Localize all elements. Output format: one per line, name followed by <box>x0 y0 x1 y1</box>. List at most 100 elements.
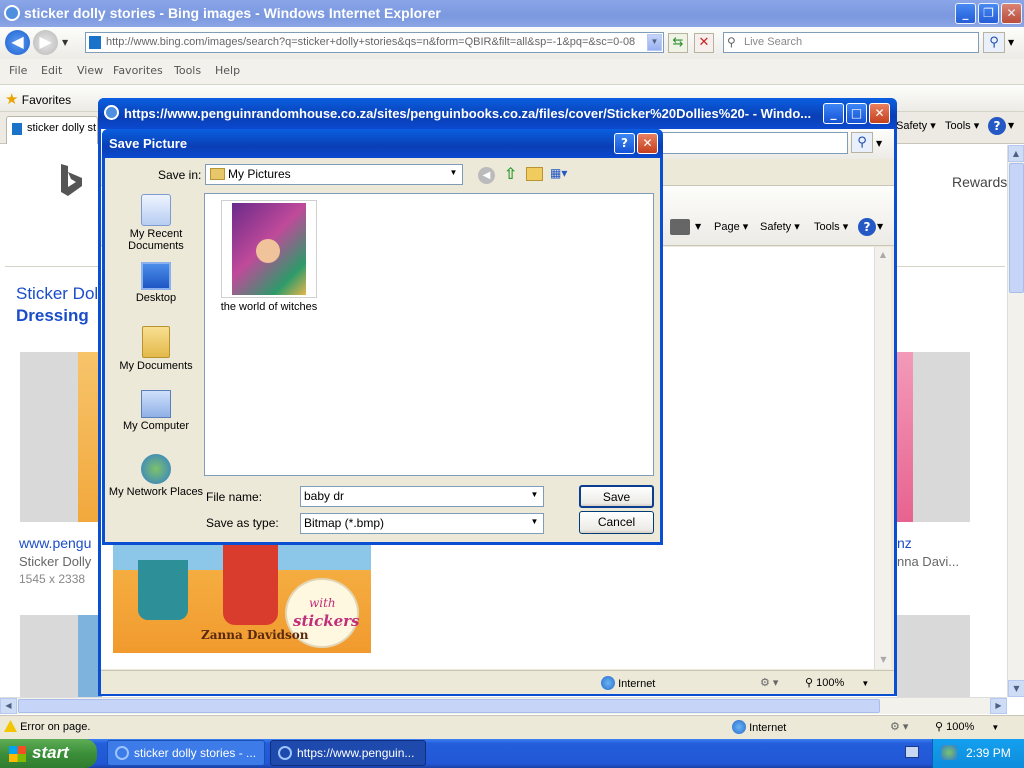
popup-tools-menu[interactable]: Tools ▾ <box>814 220 848 233</box>
right-book-art <box>897 352 913 522</box>
popup-zone-text: Internet <box>618 678 656 690</box>
menu-help[interactable]: Help <box>215 64 240 77</box>
live-search-input[interactable]: ⚲ Live Search <box>723 32 979 53</box>
dialog-help-button[interactable]: ? <box>614 133 635 154</box>
main-horizontal-scrollbar[interactable]: ◀ ▶ <box>0 697 1007 714</box>
main-hscroll-thumb[interactable] <box>18 699 880 713</box>
save-type-dropdown-icon[interactable]: ▼ <box>527 515 542 532</box>
popup-page-menu[interactable]: Page ▾ <box>714 220 748 233</box>
save-in-select[interactable]: My Pictures ▼ <box>205 164 463 185</box>
nav-back-icon[interactable]: ◀ <box>478 167 495 184</box>
place-desktop[interactable]: Desktop <box>106 262 206 304</box>
windows-logo-icon <box>9 746 26 762</box>
main-scroll-down-icon[interactable]: ▼ <box>1008 680 1024 697</box>
address-dropdown-icon[interactable]: ▼ <box>647 34 662 51</box>
up-folder-icon[interactable]: ⇧ <box>502 165 519 183</box>
popup-ie-icon <box>104 105 119 120</box>
main-scroll-right-icon[interactable]: ▶ <box>990 698 1007 714</box>
save-button[interactable]: Save <box>579 485 654 508</box>
main-protected-mode-icon[interactable]: ⚙ ▾ <box>890 720 908 733</box>
stop-button[interactable]: ✕ <box>694 33 714 53</box>
result-right-desc: nna Davi... <box>897 554 960 569</box>
popup-close-button[interactable]: ✕ <box>869 103 890 124</box>
menu-favorites[interactable]: Favorites <box>113 64 163 77</box>
popup-search-input[interactable]: h <box>648 132 848 154</box>
main-vertical-scrollbar[interactable]: ▲ ▼ <box>1007 145 1024 697</box>
book-cover-image[interactable]: with stickers Zanna Davidson <box>113 540 371 653</box>
file-name-dropdown-icon[interactable]: ▼ <box>527 488 542 505</box>
search-go-button[interactable]: ⚲ <box>983 32 1005 53</box>
place-recent-documents[interactable]: My Recent Documents <box>106 194 206 252</box>
keyboard-icon[interactable] <box>905 746 919 758</box>
place-network-places[interactable]: My Network Places <box>106 454 206 498</box>
popup-minimize-button[interactable]: _ <box>823 103 844 124</box>
popup-safety-menu[interactable]: Safety ▾ <box>760 220 800 233</box>
main-tools-menu[interactable]: Tools ▾ <box>945 119 979 132</box>
result-thumbnail-right[interactable] <box>897 352 970 522</box>
result-thumbnail-left-2[interactable] <box>20 615 102 697</box>
result-left-link[interactable]: www.pengu <box>19 535 91 551</box>
start-button[interactable]: start <box>0 739 97 768</box>
back-button[interactable]: ◀ <box>5 30 30 55</box>
error-status[interactable]: Error on page. <box>4 720 90 733</box>
refresh-button[interactable]: ⇆ <box>668 33 688 53</box>
popup-title-bar[interactable]: https://www.penguinrandomhouse.co.za/sit… <box>98 98 897 129</box>
popup-maximize-button[interactable]: □ <box>846 103 867 124</box>
main-minimize-button[interactable]: _ <box>955 3 976 24</box>
popup-zoom-control[interactable]: ⚲ 100% ▼ <box>805 676 869 689</box>
place-my-documents[interactable]: My Documents <box>106 326 206 372</box>
menu-edit[interactable]: Edit <box>41 64 62 77</box>
main-scroll-thumb[interactable] <box>1009 163 1024 293</box>
place-my-computer[interactable]: My Computer <box>106 390 206 432</box>
popup-help-dropdown-icon[interactable]: ▼ <box>877 222 883 231</box>
main-help-icon[interactable]: ? <box>988 117 1006 135</box>
rewards-link[interactable]: Rewards <box>952 174 1007 190</box>
main-close-button[interactable]: ✕ <box>1001 3 1022 24</box>
popup-search-go-button[interactable]: ⚲ <box>851 132 873 153</box>
favorites-button[interactable]: ★ Favorites <box>5 90 71 108</box>
bing-logo-icon[interactable] <box>58 163 84 199</box>
file-name-value: baby dr <box>304 489 345 503</box>
popup-help-icon[interactable]: ? <box>858 218 876 236</box>
popup-print-dropdown-icon[interactable]: ▼ <box>695 222 701 231</box>
popup-protected-mode-icon[interactable]: ⚙ ▾ <box>760 676 778 689</box>
popup-scroll-down-icon[interactable]: ▼ <box>875 652 892 669</box>
main-title-bar[interactable]: sticker dolly stories - Bing images - Wi… <box>0 0 1024 27</box>
result-thumbnail-left[interactable] <box>20 352 102 522</box>
popup-print-icon[interactable] <box>670 219 690 235</box>
menu-file[interactable]: File <box>9 64 27 77</box>
task-penguin-window[interactable]: https://www.penguin... <box>270 740 426 766</box>
my-documents-icon <box>142 326 170 358</box>
main-scroll-up-icon[interactable]: ▲ <box>1008 145 1024 162</box>
popup-search-options-icon[interactable]: ▼ <box>876 139 882 148</box>
forward-button[interactable]: ▶ <box>33 30 58 55</box>
main-safety-menu[interactable]: Safety ▾ <box>896 119 936 132</box>
search-options-icon[interactable]: ▼ <box>1008 38 1014 47</box>
main-help-dropdown-icon[interactable]: ▼ <box>1008 121 1014 130</box>
popup-zoom-icon: ⚲ <box>805 677 814 689</box>
dialog-close-button[interactable]: ✕ <box>637 133 658 154</box>
new-folder-icon[interactable] <box>526 167 543 181</box>
popup-vertical-scrollbar[interactable]: ▲ ▼ <box>874 247 891 669</box>
menu-tools[interactable]: Tools <box>174 64 201 77</box>
views-menu-icon[interactable]: ▦▾ <box>550 166 572 183</box>
task-bing-window[interactable]: sticker dolly stories - ... <box>107 740 265 766</box>
address-bar[interactable]: http://www.bing.com/images/search?q=stic… <box>85 32 664 53</box>
main-restore-button[interactable]: ❐ <box>978 3 999 24</box>
save-type-select[interactable]: Bitmap (*.bmp) ▼ <box>300 513 544 534</box>
cancel-button[interactable]: Cancel <box>579 511 654 534</box>
file-item-world-of-witches[interactable]: the world of witches <box>220 200 318 313</box>
menu-view[interactable]: View <box>77 64 103 77</box>
main-zoom-control[interactable]: ⚲ 100% ▼ <box>935 720 999 733</box>
result-thumbnail-right-2[interactable] <box>897 615 970 697</box>
result-right-link[interactable]: nz <box>897 535 912 551</box>
network-tray-icon[interactable] <box>941 745 957 760</box>
tab-bing[interactable]: sticker dolly st <box>6 116 98 144</box>
popup-scroll-up-icon[interactable]: ▲ <box>875 247 891 264</box>
main-window-title: sticker dolly stories - Bing images - Wi… <box>24 5 441 21</box>
save-dialog-title-bar[interactable]: Save Picture <box>102 129 663 158</box>
save-in-dropdown-icon[interactable]: ▼ <box>446 166 461 183</box>
file-name-input[interactable]: baby dr ▼ <box>300 486 544 507</box>
main-scroll-left-icon[interactable]: ◀ <box>0 698 17 714</box>
history-dropdown-icon[interactable]: ▼ <box>62 38 68 47</box>
